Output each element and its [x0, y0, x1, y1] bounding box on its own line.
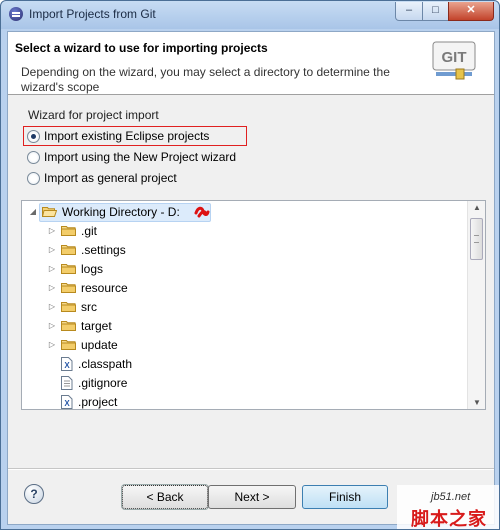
redaction-scribble: [194, 206, 210, 218]
close-button[interactable]: ✕: [448, 2, 494, 21]
git-logo-icon: GIT: [432, 41, 476, 81]
tree-item[interactable]: ▷ .git: [48, 221, 97, 240]
tree-item-label: update: [81, 337, 118, 352]
maximize-button[interactable]: □: [422, 2, 449, 21]
tree-item[interactable]: ▷ logs: [48, 259, 103, 278]
tree-vertical-scrollbar[interactable]: ▲ ▼: [467, 201, 485, 409]
folder-icon: [61, 263, 76, 274]
radio-unchecked-icon[interactable]: [27, 150, 40, 164]
scroll-thumb[interactable]: [470, 218, 483, 260]
radio-import-existing[interactable]: Import existing Eclipse projects: [27, 128, 209, 144]
title-bar[interactable]: Import Projects from Git – □ ✕: [1, 1, 499, 29]
folder-icon: [61, 339, 76, 350]
text-file-icon: [61, 375, 73, 390]
expand-arrow-icon[interactable]: ▷: [48, 245, 56, 254]
tree-item[interactable]: X .project: [48, 392, 118, 409]
expand-arrow-icon[interactable]: ▷: [48, 321, 56, 330]
svg-text:X: X: [64, 361, 70, 370]
button-bar-separator: [8, 468, 494, 470]
tree-item-label: logs: [81, 261, 104, 276]
tree-item[interactable]: .gitignore: [48, 373, 127, 392]
next-button[interactable]: Next >: [208, 485, 296, 509]
tree-item[interactable]: X .classpath: [48, 354, 132, 373]
tree-item-label: .git: [81, 223, 98, 238]
tree-item[interactable]: ▷ update: [48, 335, 118, 354]
back-button[interactable]: < Back: [122, 485, 208, 509]
tree-item[interactable]: ▷ resource: [48, 278, 128, 297]
wizard-group-label: Wizard for project import: [28, 108, 159, 122]
expand-arrow-icon[interactable]: ▷: [48, 340, 56, 349]
folder-icon: [61, 244, 76, 255]
tree-item-label: .project: [78, 394, 118, 409]
tree-item-label: .classpath: [78, 356, 133, 371]
finish-button[interactable]: Finish: [302, 485, 388, 509]
header-description: Depending on the wizard, you may select …: [21, 65, 390, 94]
expand-arrow-icon[interactable]: ▷: [48, 283, 56, 292]
radio-label: Import existing Eclipse projects: [44, 129, 210, 143]
eclipse-app-icon: [9, 7, 23, 21]
tree-root-working-directory[interactable]: ◢ Working Directory - D:: [29, 202, 180, 221]
watermark-text: 脚本之家: [411, 509, 487, 529]
expand-arrow-icon[interactable]: ▷: [48, 302, 56, 311]
expand-arrow-icon[interactable]: ▷: [48, 264, 56, 273]
tree-item-label: .settings: [81, 242, 126, 257]
tree-root-label: Working Directory - D:: [62, 204, 180, 219]
collapse-arrow-icon[interactable]: ◢: [29, 207, 37, 216]
wizard-header: Select a wizard to use for importing pro…: [8, 32, 494, 95]
working-directory-tree[interactable]: ◢ Working Directory - D: ▷ .git ▷ .settings…: [21, 200, 486, 410]
radio-checked-icon[interactable]: [27, 129, 40, 143]
watermark-url: jb51.net: [431, 491, 471, 503]
tree-item-label: target: [81, 318, 112, 333]
radio-label: Import as general project: [44, 171, 177, 185]
window-title: Import Projects from Git: [29, 7, 156, 21]
folder-icon: [61, 225, 76, 236]
open-folder-icon: [42, 206, 57, 217]
tree-item[interactable]: ▷ src: [48, 297, 97, 316]
tree-item-label: resource: [81, 280, 128, 295]
dialog-client-area: Select a wizard to use for importing pro…: [7, 31, 495, 525]
scroll-down-arrow-icon[interactable]: ▼: [473, 398, 481, 407]
radio-new-project-wizard[interactable]: Import using the New Project wizard: [27, 149, 236, 165]
tree-item-label: src: [81, 299, 97, 314]
radio-general-project[interactable]: Import as general project: [27, 170, 177, 186]
scroll-up-arrow-icon[interactable]: ▲: [473, 203, 481, 212]
tree-item[interactable]: ▷ .settings: [48, 240, 126, 259]
minimize-button[interactable]: –: [395, 2, 423, 21]
xml-file-icon: X: [61, 394, 73, 409]
radio-unchecked-icon[interactable]: [27, 171, 40, 185]
help-button[interactable]: ?: [24, 484, 44, 504]
svg-text:X: X: [64, 399, 70, 408]
folder-icon: [61, 301, 76, 312]
folder-icon: [61, 320, 76, 331]
import-dialog-window: Import Projects from Git – □ ✕ Select a …: [0, 0, 500, 530]
site-watermark: jb51.net 脚本之家: [397, 485, 499, 529]
radio-label: Import using the New Project wizard: [44, 150, 237, 164]
folder-icon: [61, 282, 76, 293]
header-title: Select a wizard to use for importing pro…: [15, 41, 268, 55]
tree-item[interactable]: ▷ target: [48, 316, 112, 335]
expand-arrow-icon[interactable]: ▷: [48, 226, 56, 235]
tree-item-label: .gitignore: [78, 375, 128, 390]
git-logo-text: GIT: [442, 49, 467, 66]
xml-file-icon: X: [61, 356, 73, 371]
